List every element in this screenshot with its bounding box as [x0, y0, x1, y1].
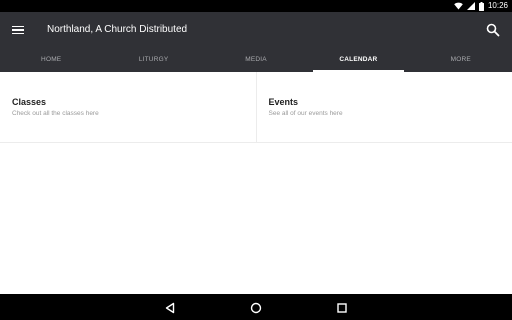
battery-icon [478, 1, 484, 11]
status-icons: 10:26 [454, 1, 508, 11]
calendar-content: Classes Check out all the classes here E… [0, 72, 512, 143]
card-title: Classes [12, 97, 47, 107]
tab-bar: HOME LITURGY MEDIA CALENDAR MORE [0, 50, 512, 72]
tab-liturgy[interactable]: LITURGY [102, 50, 204, 72]
status-time: 10:26 [487, 1, 508, 10]
navigation-bar [0, 294, 512, 320]
recents-icon[interactable] [336, 301, 348, 313]
app-title: Northland, A Church Distributed [47, 24, 188, 35]
tab-home[interactable]: HOME [0, 50, 102, 72]
card-title: Events [268, 97, 299, 107]
card-subtitle: See all of our events here [268, 110, 343, 117]
hamburger-menu-icon[interactable] [12, 23, 26, 37]
signal-icon [466, 2, 475, 10]
tab-calendar[interactable]: CALENDAR [307, 50, 409, 72]
tab-more[interactable]: MORE [410, 50, 512, 72]
tab-media[interactable]: MEDIA [205, 50, 307, 72]
card-subtitle: Check out all the classes here [12, 110, 99, 117]
back-icon[interactable] [164, 301, 176, 314]
status-bar: 10:26 [0, 0, 512, 12]
search-icon[interactable] [486, 23, 500, 37]
events-card[interactable]: Events See all of our events here [255, 72, 512, 142]
app-bar: Northland, A Church Distributed HOME LIT… [0, 12, 512, 72]
wifi-icon [454, 2, 463, 10]
home-icon[interactable] [250, 301, 262, 314]
classes-card[interactable]: Classes Check out all the classes here [0, 72, 256, 142]
